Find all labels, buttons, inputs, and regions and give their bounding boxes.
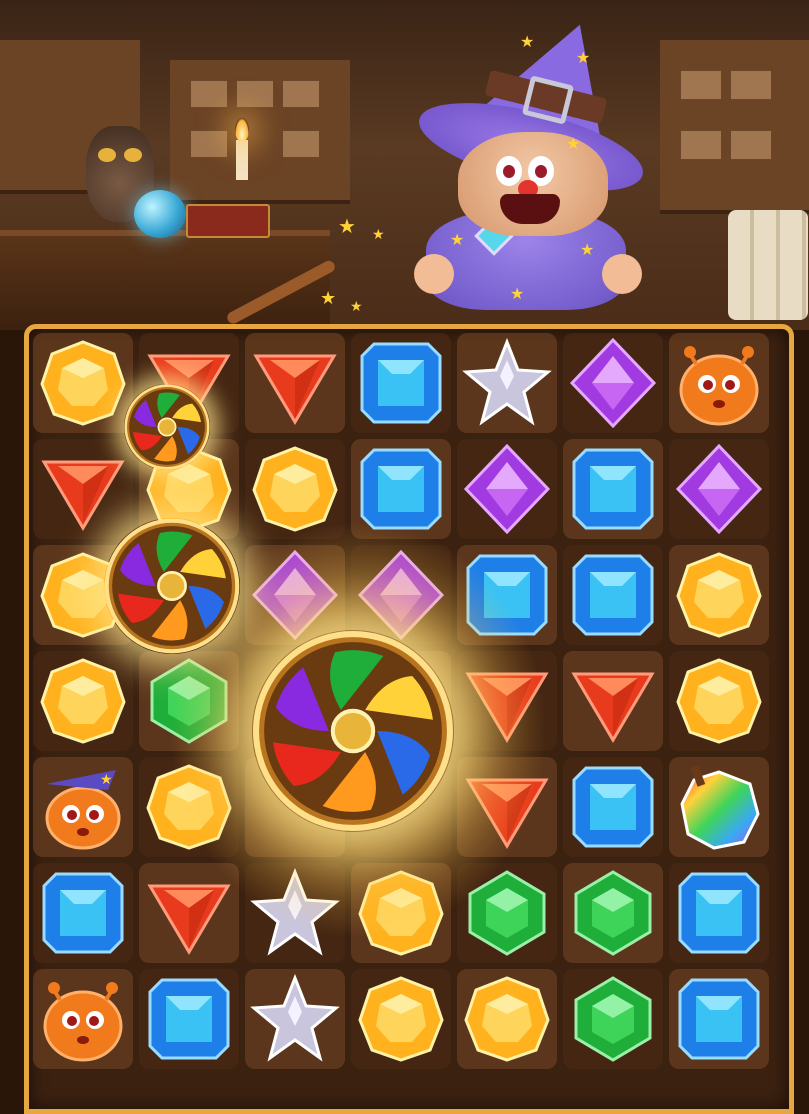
blue-gem-icon[interactable]: [144, 974, 234, 1064]
shelf-box: [190, 130, 228, 158]
purple-gem-icon[interactable]: [250, 550, 340, 640]
yellow-gem-icon[interactable]: [674, 550, 764, 640]
star-icon: ★: [520, 32, 535, 51]
star-icon: ★: [580, 240, 595, 259]
blue-gem-icon[interactable]: [356, 338, 446, 428]
rainbow-wheel-small-icon[interactable]: [124, 384, 210, 470]
green-gem-icon[interactable]: [144, 656, 234, 746]
purple-gem-icon[interactable]: [356, 550, 446, 640]
svg-text:★: ★: [100, 772, 113, 788]
yellow-gem-icon[interactable]: [250, 444, 340, 534]
blue-gem-icon[interactable]: [568, 550, 658, 640]
silver-star-icon[interactable]: [250, 868, 340, 958]
red-gem-icon[interactable]: [250, 338, 340, 428]
star-icon: ★: [450, 230, 465, 249]
yellow-gem-icon[interactable]: [356, 868, 446, 958]
yellow-gem-icon[interactable]: [674, 656, 764, 746]
shelf-box: [730, 130, 772, 160]
wizard-mouth: [500, 194, 560, 224]
red-gem-icon[interactable]: [568, 656, 658, 746]
purple-gem-icon[interactable]: [462, 444, 552, 534]
candle-icon: [236, 140, 248, 180]
rainbow-wheel-medium-icon[interactable]: [104, 518, 240, 654]
star-icon: ★: [510, 284, 525, 303]
yellow-gem-icon[interactable]: [38, 656, 128, 746]
wizard-eye: [496, 156, 522, 186]
rainbow-apple-icon[interactable]: [674, 762, 764, 852]
crystal-ball-icon: [134, 190, 186, 238]
wizard-face: [458, 132, 608, 236]
purple-gem-icon[interactable]: [674, 444, 764, 534]
wizard-creature-icon[interactable]: ★: [38, 762, 128, 852]
scrolls-icon: [728, 210, 808, 320]
shop-counter: [0, 230, 330, 330]
yellow-gem-icon[interactable]: [356, 974, 446, 1064]
rainbow-wheel-large-icon[interactable]: [252, 630, 454, 832]
green-gem-icon[interactable]: [462, 868, 552, 958]
sparkle-star-icon: ★: [372, 227, 385, 243]
silver-star-icon[interactable]: [250, 974, 340, 1064]
yellow-gem-icon[interactable]: [144, 762, 234, 852]
right-shelf: [660, 40, 809, 214]
sparkle-star-icon: ★: [350, 299, 363, 315]
shelf-box: [282, 80, 320, 108]
shelf-box: [236, 80, 274, 108]
wizard-character: ★ ★ ★ ★ ★ ★: [330, 0, 660, 320]
shelf-box: [680, 70, 722, 100]
sparkle-star-icon: ★: [338, 214, 356, 238]
spellbook-icon: [186, 204, 270, 238]
silver-star-icon[interactable]: [462, 338, 552, 428]
sparkle-star-icon: ★: [320, 288, 337, 309]
wizard-hand: [602, 254, 642, 294]
orange-creature-icon[interactable]: [38, 974, 128, 1064]
green-gem-icon[interactable]: [568, 974, 658, 1064]
yellow-gem-icon[interactable]: [462, 974, 552, 1064]
star-icon: ★: [566, 134, 581, 153]
blue-gem-icon[interactable]: [674, 974, 764, 1064]
blue-gem-icon[interactable]: [462, 550, 552, 640]
blue-gem-icon[interactable]: [674, 868, 764, 958]
wizard-hand: [414, 254, 454, 294]
shelf-box: [282, 130, 320, 158]
orange-creature-icon[interactable]: [674, 338, 764, 428]
candle-flame: [235, 118, 249, 142]
yellow-gem-icon[interactable]: [38, 338, 128, 428]
shelf-box: [190, 80, 228, 108]
star-icon: ★: [576, 48, 591, 67]
purple-gem-icon[interactable]: [568, 338, 658, 428]
red-gem-icon[interactable]: [462, 762, 552, 852]
green-gem-icon[interactable]: [568, 868, 658, 958]
red-gem-icon[interactable]: [462, 656, 552, 746]
blue-gem-icon[interactable]: [356, 444, 446, 534]
shelf-box: [730, 70, 772, 100]
blue-gem-icon[interactable]: [568, 762, 658, 852]
red-gem-icon[interactable]: [144, 868, 234, 958]
blue-gem-icon[interactable]: [568, 444, 658, 534]
shelf-box: [680, 130, 722, 160]
blue-gem-icon[interactable]: [38, 868, 128, 958]
